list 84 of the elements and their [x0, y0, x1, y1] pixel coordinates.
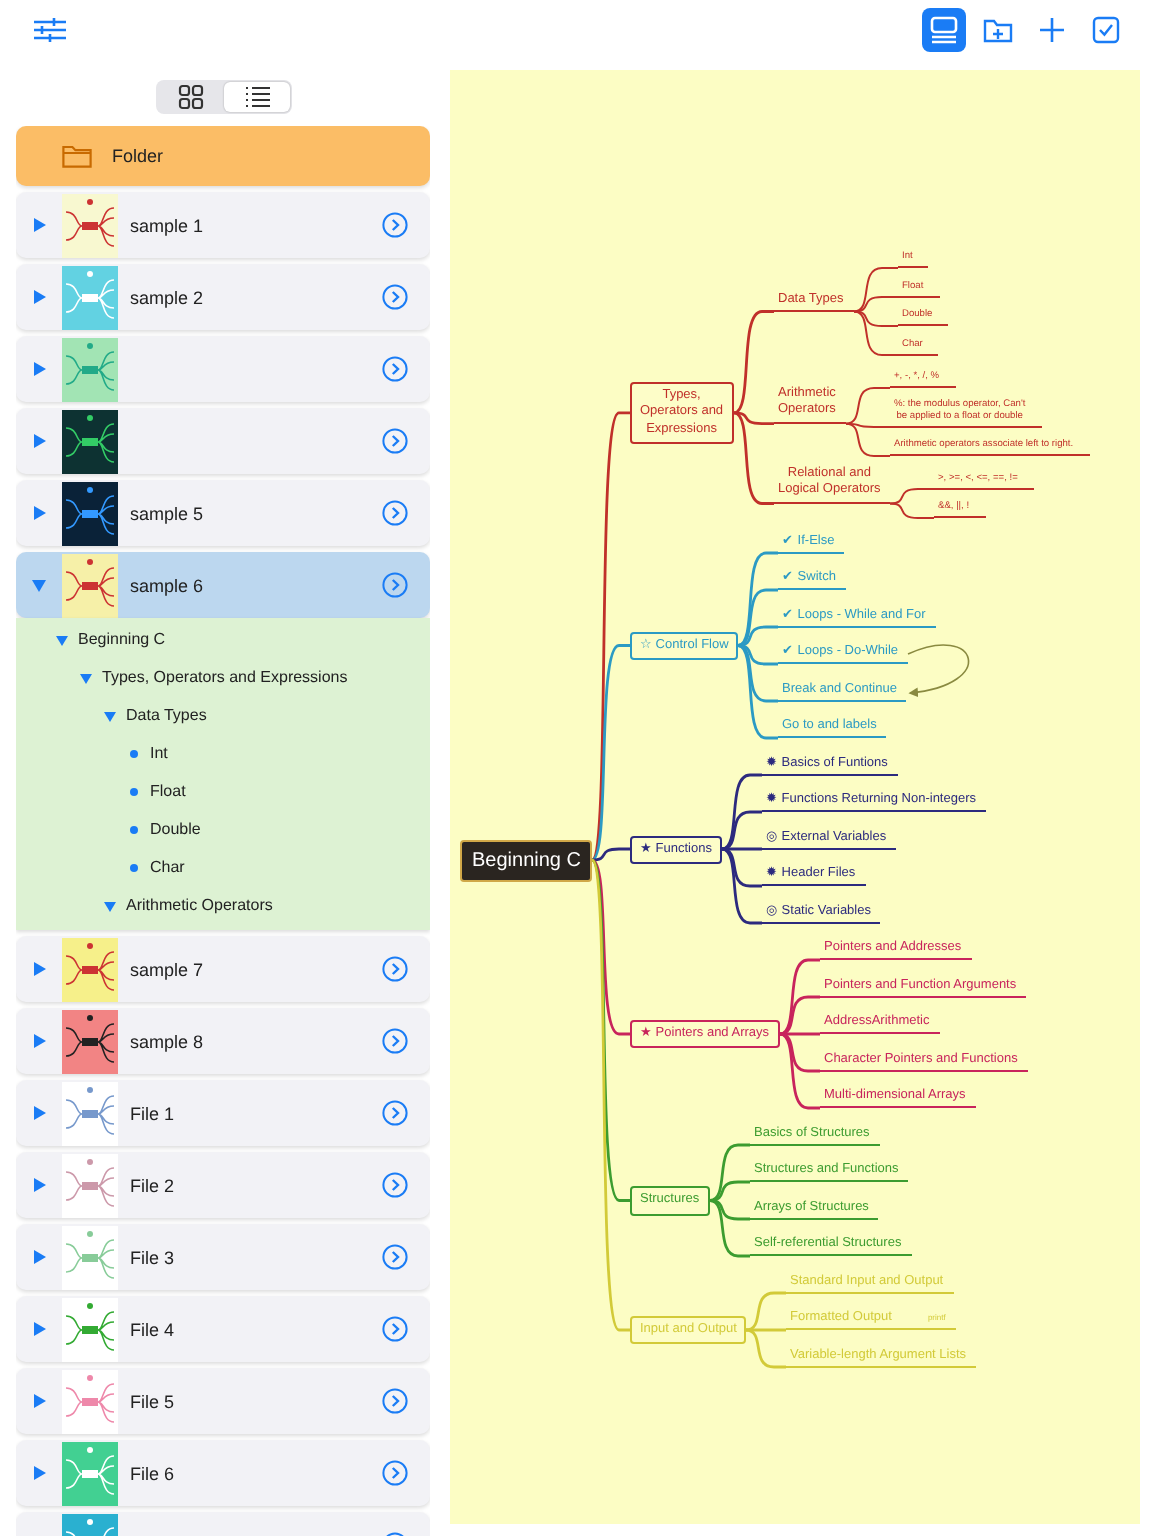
file-row[interactable]: File 6 — [16, 1440, 430, 1506]
expand-arrow-icon[interactable] — [32, 1322, 46, 1336]
chevron-circle-icon[interactable] — [382, 572, 408, 598]
file-row[interactable]: File 1 — [16, 1080, 430, 1146]
outline-item[interactable]: Double — [150, 820, 201, 838]
expand-arrow-icon[interactable] — [32, 1034, 46, 1048]
row-title: File 6 — [130, 1463, 175, 1483]
outline-item[interactable]: Types, Operators and Expressions — [102, 668, 348, 686]
collapse-arrow-icon[interactable] — [104, 899, 116, 911]
chevron-circle-icon[interactable] — [382, 1244, 408, 1270]
folder-icon — [62, 144, 92, 168]
chevron-circle-icon[interactable] — [382, 500, 408, 526]
chevron-circle-icon[interactable] — [382, 1316, 408, 1342]
collapse-arrow-icon[interactable] — [104, 709, 116, 721]
file-row[interactable]: File 5 — [16, 1368, 430, 1434]
outline-item[interactable]: Int — [150, 744, 168, 762]
chevron-circle-icon[interactable] — [382, 1100, 408, 1126]
chevron-circle-icon[interactable] — [382, 356, 408, 382]
row-title: sample 5 — [130, 503, 204, 523]
folder-plus-icon — [982, 14, 1014, 46]
row-title: sample 6 — [130, 575, 204, 595]
chevron-circle-icon[interactable] — [382, 1028, 408, 1054]
expand-arrow-icon[interactable] — [32, 1106, 46, 1120]
expand-arrow-icon[interactable] — [32, 1394, 46, 1408]
grid-icon — [177, 84, 203, 110]
root-topic: Beginning C — [460, 839, 593, 881]
file-row[interactable]: sample 6 — [16, 552, 430, 618]
select-mode-icon — [1090, 14, 1122, 46]
layout-icon — [928, 14, 960, 46]
row-title: Folder — [112, 146, 164, 166]
chevron-circle-icon[interactable] — [382, 956, 408, 982]
outline-item[interactable]: Arithmetic Operators — [126, 896, 273, 914]
outline-item[interactable]: Char — [150, 858, 185, 876]
outline-item[interactable]: Float — [150, 782, 186, 800]
row-title: sample 2 — [130, 287, 204, 307]
file-row[interactable]: sample 2 — [16, 264, 430, 330]
row-title: File 3 — [130, 1247, 175, 1267]
outline-item[interactable]: Data Types — [126, 706, 207, 724]
file-row[interactable]: sample 8 — [16, 1008, 430, 1074]
file-row[interactable]: File 2 — [16, 1152, 430, 1218]
file-row[interactable]: sample 1 — [16, 192, 430, 258]
expand-arrow-icon[interactable] — [32, 962, 46, 976]
row-title: sample 8 — [130, 1031, 204, 1051]
list-icon — [243, 84, 269, 110]
file-row[interactable]: File 3 — [16, 1224, 430, 1290]
layout-button[interactable] — [922, 8, 966, 52]
chevron-circle-icon[interactable] — [382, 428, 408, 454]
chevron-circle-icon[interactable] — [382, 1172, 408, 1198]
file-row[interactable]: sample 7 — [16, 936, 430, 1002]
row-title: sample 1 — [130, 215, 204, 235]
expand-arrow-icon[interactable] — [32, 434, 46, 448]
row-title: File 4 — [130, 1319, 175, 1339]
file-row[interactable] — [16, 408, 430, 474]
expand-arrow-icon[interactable] — [32, 506, 46, 520]
bullet-icon — [128, 861, 140, 873]
expand-arrow-icon[interactable] — [32, 362, 46, 376]
collapse-arrow-icon[interactable] — [80, 671, 92, 683]
row-title: sample 7 — [130, 959, 204, 979]
bullet-icon — [128, 747, 140, 759]
expand-arrow-icon[interactable] — [32, 218, 46, 232]
file-row[interactable]: sample 5 — [16, 480, 430, 546]
bullet-icon — [128, 823, 140, 835]
chevron-circle-icon[interactable] — [382, 212, 408, 238]
chevron-circle-icon[interactable] — [382, 1388, 408, 1414]
sliders-icon[interactable] — [32, 16, 68, 44]
expand-arrow-icon[interactable] — [32, 1178, 46, 1192]
list-view-tab[interactable] — [223, 82, 289, 112]
expand-arrow-icon[interactable] — [32, 290, 46, 304]
expand-arrow-icon[interactable] — [32, 1250, 46, 1264]
collapse-arrow-icon[interactable] — [56, 633, 68, 645]
row-title: File 5 — [130, 1391, 175, 1411]
collapse-arrow-icon[interactable] — [32, 578, 46, 592]
row-title: File 1 — [130, 1103, 175, 1123]
chevron-circle-icon[interactable] — [382, 1460, 408, 1486]
chevron-circle-icon[interactable] — [382, 284, 408, 310]
connector-line — [889, 488, 935, 505]
folder-row[interactable]: Folder — [16, 126, 430, 186]
outline-item[interactable]: Beginning C — [78, 630, 166, 648]
file-row[interactable]: File 4 — [16, 1296, 430, 1362]
expand-arrow-icon[interactable] — [32, 1466, 46, 1480]
bullet-icon — [128, 785, 140, 797]
plus-icon — [1036, 14, 1068, 46]
connector-line — [889, 502, 935, 519]
row-title: File 2 — [130, 1175, 175, 1195]
